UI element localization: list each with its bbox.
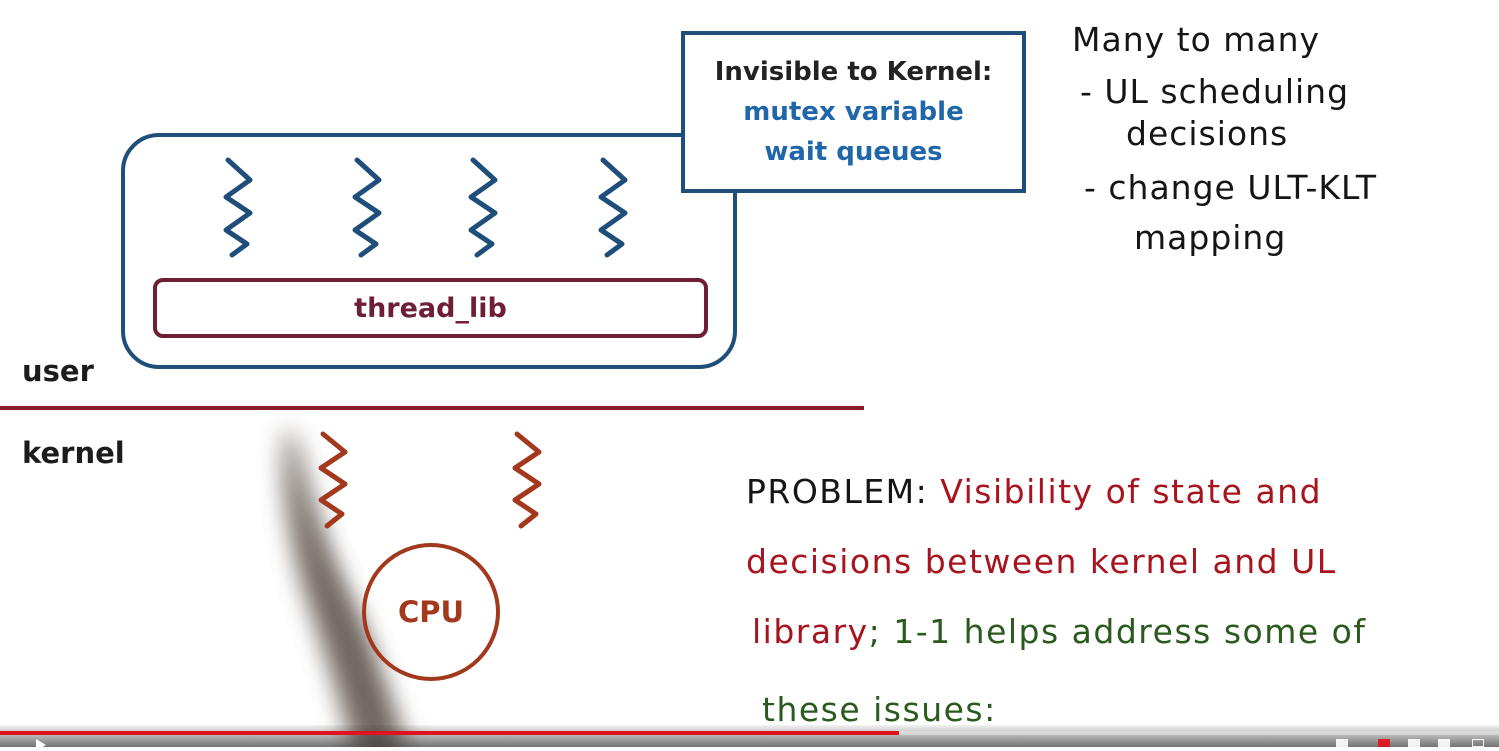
problem-line-3: library; 1-1 helps address some of <box>752 612 1366 651</box>
cpu-label: CPU <box>397 595 465 629</box>
play-icon[interactable] <box>36 739 46 751</box>
user-kernel-divider <box>0 406 864 410</box>
notes-bullet-2-line-1: - change ULT-KLT <box>1084 168 1378 207</box>
invisible-item-wait-queues: wait queues <box>764 137 943 167</box>
problem-line-4: these issues: <box>762 690 997 729</box>
notes-bullet-1-line-2: decisions <box>1126 114 1289 153</box>
cpu-circle: CPU <box>362 543 500 681</box>
problem-lead: PROBLEM: <box>746 472 929 511</box>
problem-line-1: PROBLEM: Visibility of state and <box>746 472 1322 511</box>
problem-text-line-1: Visibility of state and <box>940 472 1323 511</box>
video-frame[interactable]: thread_lib Invisible to Kernel: mutex va… <box>0 0 1499 751</box>
problem-text-library: library <box>752 612 869 651</box>
notes-bullet-2-line-2: mapping <box>1134 218 1287 257</box>
problem-line-2: decisions between kernel and UL <box>746 542 1337 581</box>
user-label: user <box>22 354 94 388</box>
notes-title: Many to many <box>1072 20 1321 59</box>
hd-badge-icon[interactable] <box>1378 739 1390 747</box>
subtitles-icon[interactable] <box>1336 739 1348 747</box>
progress-bar[interactable] <box>0 731 1499 735</box>
kernel-label: kernel <box>22 436 125 470</box>
kernel-thread-1 <box>318 431 348 529</box>
theater-mode-icon[interactable] <box>1438 739 1450 747</box>
progress-bar-fill <box>0 731 900 735</box>
thread-lib-box: thread_lib <box>153 278 708 338</box>
player-controls-bar <box>0 725 1499 747</box>
settings-icon[interactable] <box>1408 739 1420 747</box>
invisible-to-kernel-box: Invisible to Kernel: mutex variable wait… <box>681 31 1026 193</box>
invisible-item-mutex: mutex variable <box>743 97 964 127</box>
fullscreen-icon[interactable] <box>1472 739 1484 747</box>
thread-lib-label: thread_lib <box>354 292 507 324</box>
notes-bullet-1-line-1: - UL scheduling <box>1080 72 1350 111</box>
invisible-box-title: Invisible to Kernel: <box>714 57 993 87</box>
kernel-thread-2 <box>512 431 542 529</box>
problem-text-helps: ; 1-1 helps address some of <box>868 612 1367 651</box>
